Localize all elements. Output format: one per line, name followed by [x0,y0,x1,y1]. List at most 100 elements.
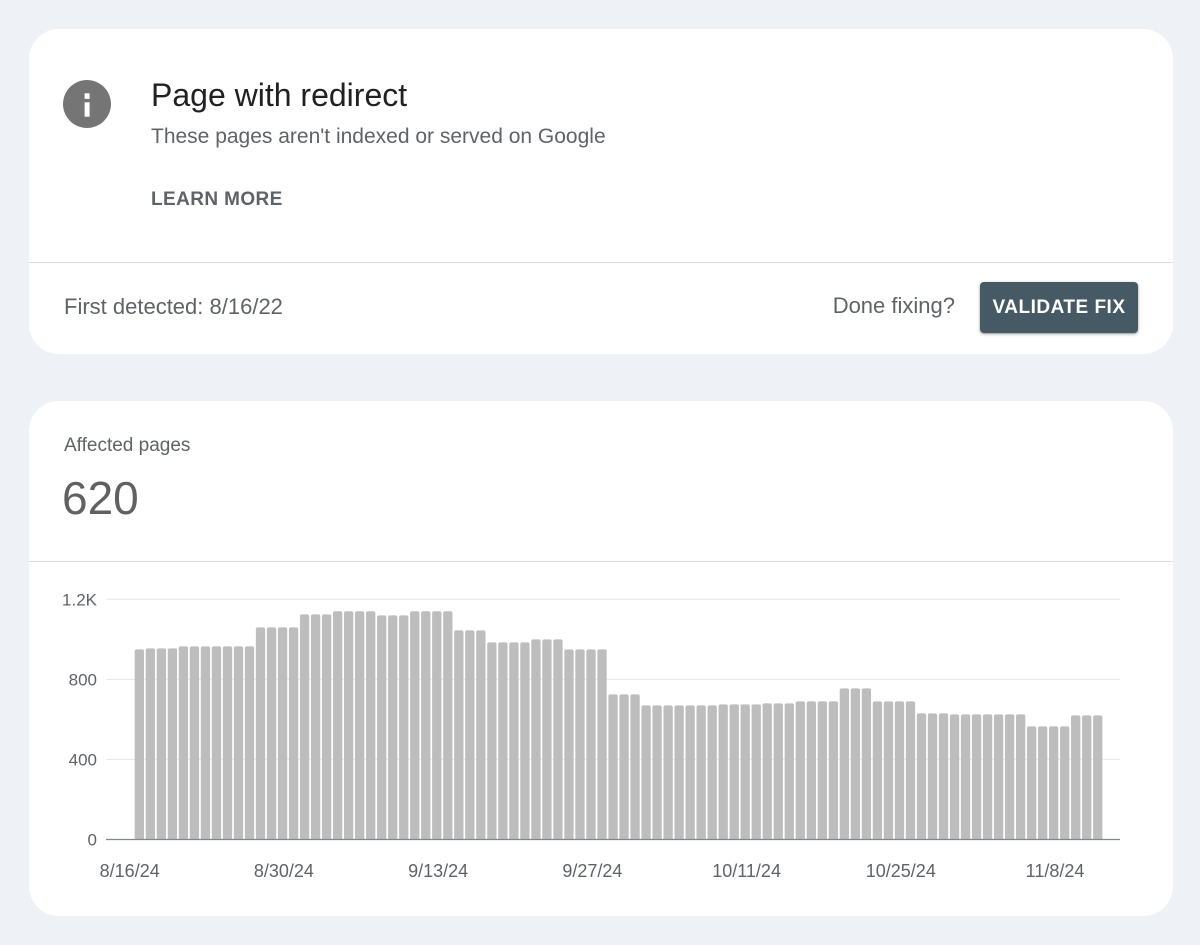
bar [222,646,233,840]
bar [806,701,816,840]
bar [597,649,607,840]
bar [960,714,971,840]
bar [1004,714,1015,840]
validate-fix-button[interactable]: VALIDATE FIX [980,282,1138,333]
x-tick-label: 11/8/24 [1026,861,1085,881]
bar [839,688,850,840]
bar [520,642,530,840]
bar [575,649,585,840]
bar [377,615,387,840]
y-tick-label: 0 [88,831,97,850]
bar [487,642,497,840]
bar [828,701,839,840]
x-tick-label: 10/25/24 [866,861,936,881]
bar [189,646,200,840]
bar [476,630,486,840]
bar [707,705,717,840]
bar [1038,726,1048,840]
bar [927,713,938,840]
bar [1093,715,1103,840]
bar [355,611,365,840]
bar [949,714,960,840]
first-detected: First detected: 8/16/22 [64,293,283,321]
bar [729,704,739,840]
bar [894,701,905,840]
bar [674,705,684,840]
bar [410,611,420,840]
bar [432,611,442,840]
bar [608,694,618,840]
bar [652,705,662,840]
bar [564,649,574,840]
bar [266,627,277,840]
bar [916,713,927,840]
bar [784,703,794,840]
bar [993,714,1004,840]
bar [773,703,783,840]
bar [332,611,343,840]
bar [443,611,453,840]
bar [1082,715,1092,840]
bar [366,611,376,840]
bar [1049,726,1059,840]
bar [861,688,872,840]
bar [817,701,827,840]
bar [233,646,244,840]
bar [509,642,519,840]
bar [156,648,167,840]
bar [553,639,563,840]
bar [211,646,222,840]
first-detected-label: First detected: [64,294,204,319]
bar [850,688,861,840]
bar [399,615,409,840]
bar [795,701,805,840]
x-tick-label: 8/30/24 [254,861,314,881]
bar [542,639,552,840]
first-detected-date: 8/16/22 [209,294,283,319]
bar [938,713,949,840]
bar [454,630,464,840]
x-tick-label: 9/27/24 [562,861,622,881]
bar [344,611,354,840]
x-tick-label: 8/16/24 [100,861,160,881]
bar [200,646,211,840]
issue-card: Page with redirect These pages aren't in… [29,29,1173,354]
learn-more-link[interactable]: LEARN MORE [151,188,283,212]
affected-pages-chart: 0 400 800 1.2K 8/16/24 8/30/24 9/13/24 9/27/24 1… [62,590,1120,881]
bar [641,705,651,840]
bar [388,615,398,840]
bar [465,630,475,840]
bar [630,694,640,840]
bar [277,627,288,840]
bar [1026,726,1037,840]
bar [1015,714,1026,840]
done-fixing-label: Done fixing? [832,293,955,318]
bar [1060,726,1070,840]
bar [299,614,310,840]
bar [740,704,750,840]
divider [29,262,1173,263]
bar [883,701,894,840]
y-tick-label: 800 [69,670,97,689]
bar [718,704,728,840]
bar [421,611,431,840]
affected-pages-card: Affected pages 620 0 400 800 1.2K 8/16/24 8/3… [29,401,1173,916]
bar [905,701,916,840]
info-icon [63,80,111,128]
bar [982,714,993,840]
x-tick-label: 10/11/24 [712,861,781,881]
bar [310,614,321,840]
bar [663,705,673,840]
bar [1071,715,1081,840]
bar [586,649,596,840]
bar [134,649,144,840]
bar [255,627,266,840]
bar [498,642,508,840]
issue-title: Page with redirect [151,77,408,113]
y-tick-label: 1.2K [62,590,98,609]
bar [145,648,156,840]
bar [751,704,761,840]
bar [872,701,883,840]
bar [178,646,189,840]
bar [531,639,541,840]
